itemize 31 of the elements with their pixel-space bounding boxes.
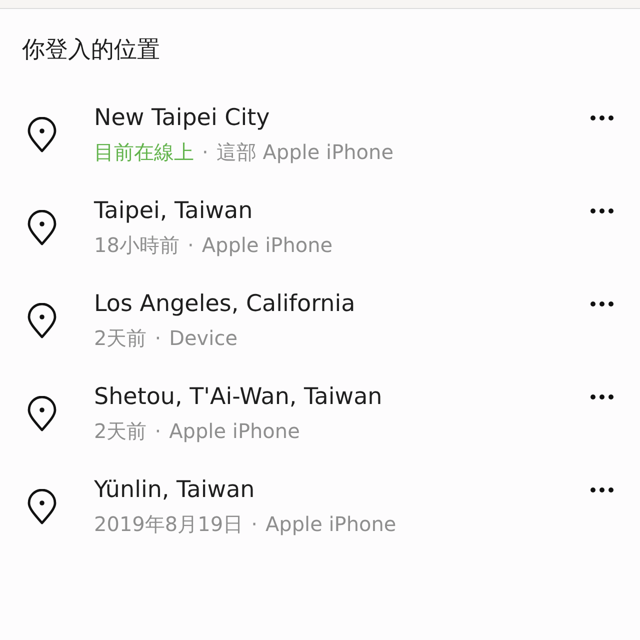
location-pin-icon (26, 489, 58, 525)
separator-dot: · (251, 511, 258, 538)
separator-dot: · (154, 325, 162, 352)
separator-dot: · (202, 139, 208, 166)
section-title: 你登入的位置 (22, 36, 161, 65)
more-icon (590, 208, 614, 214)
location-name: Shetou, T'Ai-Wan, Taiwan (94, 383, 384, 412)
location-pin-icon (26, 117, 58, 153)
location-pin-icon (26, 210, 58, 246)
location-pin-icon (26, 396, 58, 432)
device-name: Apple iPhone (202, 232, 333, 259)
device-name: Apple iPhone (169, 418, 300, 445)
separator-dot: · (187, 232, 194, 259)
location-name: Los Angeles, California (94, 290, 356, 319)
location-name: Taipei, Taiwan (94, 197, 254, 226)
location-name: Yünlin, Taiwan (94, 476, 256, 505)
more-icon (590, 394, 614, 400)
more-icon (590, 115, 614, 121)
device-name: 這部 Apple iPhone (216, 139, 394, 166)
device-name: Apple iPhone (265, 511, 396, 538)
last-seen-time: 18小時前 (94, 232, 180, 259)
last-seen-time: 2天前 (94, 418, 147, 445)
online-status: 目前在線上 (94, 139, 194, 166)
last-seen-time: 2019年8月19日 (94, 511, 244, 538)
location-pin-icon (26, 303, 58, 339)
last-seen-time: 2天前 (94, 325, 147, 352)
device-name: Device (169, 325, 238, 352)
location-name: New Taipei City (94, 104, 271, 133)
more-icon (590, 301, 614, 307)
more-icon (590, 487, 614, 493)
separator-dot: · (154, 418, 162, 445)
